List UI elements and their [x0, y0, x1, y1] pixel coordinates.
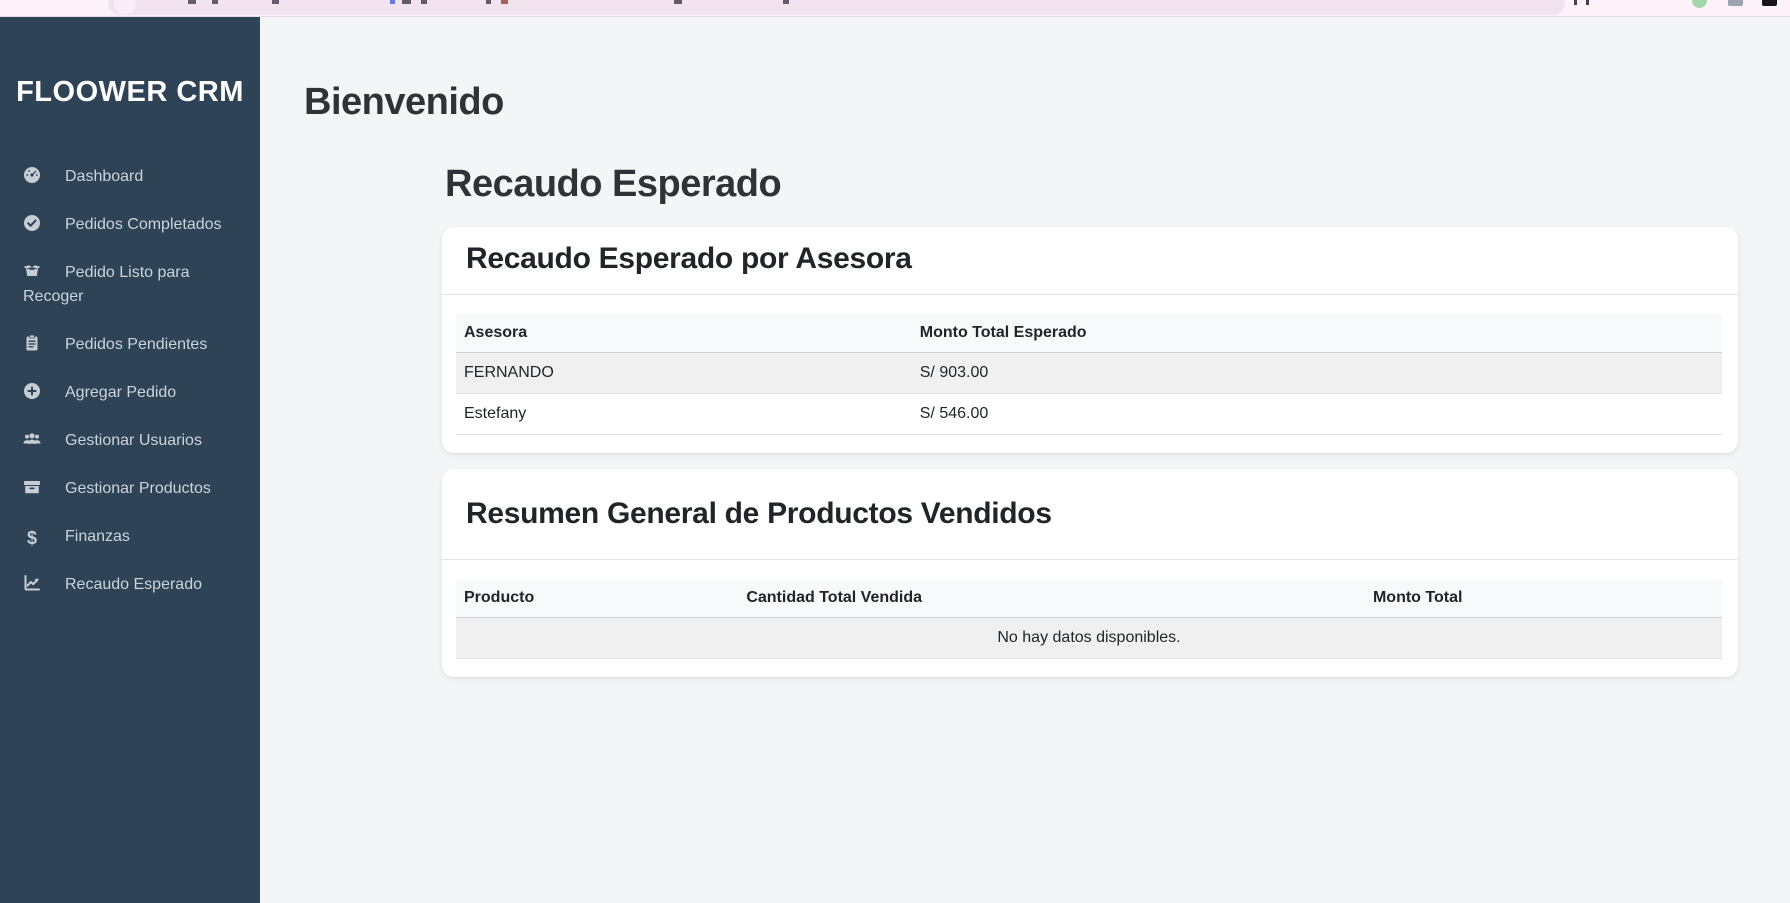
chart-line-icon	[23, 574, 41, 592]
sidebar-item-agregar-pedido[interactable]: Agregar Pedido	[0, 369, 260, 417]
table-header-row: Asesora Monto Total Esperado	[456, 314, 1722, 353]
sidebar-item-label: Agregar Pedido	[65, 384, 176, 401]
asesora-cell: FERNANDO	[456, 353, 912, 394]
users-icon	[23, 430, 41, 448]
welcome-title: Bienvenido	[304, 79, 1738, 125]
asesora-table-wrap: Asesora Monto Total Esperado FERNANDO S/…	[442, 295, 1738, 453]
empty-message: No hay datos disponibles.	[456, 618, 1722, 659]
sidebar-item-label: Dashboard	[65, 168, 143, 185]
page-title: Recaudo Esperado	[442, 161, 1738, 207]
sidebar-item-recaudo-esperado[interactable]: Recaudo Esperado	[0, 561, 260, 609]
sidebar-item-finanzas[interactable]: $ Finanzas	[0, 513, 260, 561]
productos-table-wrap: Producto Cantidad Total Vendida Monto To…	[442, 560, 1738, 677]
menu-icon[interactable]	[1762, 0, 1777, 6]
empty-table-row: No hay datos disponibles.	[456, 618, 1722, 659]
sidebar-nav: Dashboard Pedidos Completados Pedido Lis…	[0, 153, 260, 609]
plus-circle-icon	[23, 382, 41, 400]
table-header-row: Producto Cantidad Total Vendida Monto To…	[456, 579, 1722, 618]
monto-cell: S/ 903.00	[912, 353, 1722, 394]
asesora-cell: Estefany	[456, 394, 912, 435]
sidebar-item-label: Finanzas	[65, 528, 130, 545]
browser-topbar	[0, 0, 1790, 17]
sidebar-item-dashboard[interactable]: Dashboard	[0, 153, 260, 201]
sidebar-item-label: Pedidos Completados	[65, 216, 222, 233]
table-row: FERNANDO S/ 903.00	[456, 353, 1722, 394]
box-open-icon	[23, 262, 41, 280]
productos-table: Producto Cantidad Total Vendida Monto To…	[456, 579, 1722, 659]
gauge-icon	[23, 166, 41, 184]
dollar-icon: $	[23, 529, 41, 547]
monto-cell: S/ 546.00	[912, 394, 1722, 435]
column-header-monto-total-esperado: Monto Total Esperado	[912, 314, 1722, 353]
sidebar: FLOOWER CRM Dashboard Pedidos Completado…	[0, 17, 260, 903]
column-header-asesora: Asesora	[456, 314, 912, 353]
clipboard-icon	[23, 334, 41, 352]
check-circle-icon	[23, 214, 41, 232]
profile-avatar-icon[interactable]	[1692, 0, 1707, 8]
app-logo: FLOOWER CRM	[0, 17, 260, 111]
card-resumen-productos: Resumen General de Productos Vendidos Pr…	[442, 469, 1738, 677]
browser-toolbar-fragment	[1574, 0, 1577, 5]
sidebar-item-gestionar-productos[interactable]: Gestionar Productos	[0, 465, 260, 513]
sidebar-item-pedidos-completados[interactable]: Pedidos Completados	[0, 201, 260, 249]
recaudo-section: Recaudo Esperado Recaudo Esperado por As…	[442, 161, 1738, 677]
sidebar-item-label: Gestionar Usuarios	[65, 432, 202, 449]
archive-box-icon	[23, 478, 41, 496]
reload-icon[interactable]	[114, 0, 136, 15]
sidebar-item-label: Pedidos Pendientes	[65, 336, 207, 353]
card-title: Recaudo Esperado por Asesora	[442, 227, 1738, 295]
main-content: Bienvenido Recaudo Esperado Recaudo Espe…	[260, 17, 1790, 903]
sidebar-item-label: Recaudo Esperado	[65, 576, 202, 593]
table-row: Estefany S/ 546.00	[456, 394, 1722, 435]
sidebar-item-gestionar-usuarios[interactable]: Gestionar Usuarios	[0, 417, 260, 465]
column-header-cantidad-total-vendida: Cantidad Total Vendida	[738, 579, 1365, 618]
card-recaudo-por-asesora: Recaudo Esperado por Asesora Asesora Mon…	[442, 227, 1738, 453]
column-header-monto-total: Monto Total	[1365, 579, 1722, 618]
sidebar-item-label: Pedido Listo para Recoger	[23, 264, 190, 305]
browser-toolbar-fragment	[1586, 0, 1589, 5]
asesora-table: Asesora Monto Total Esperado FERNANDO S/…	[456, 314, 1722, 435]
card-title: Resumen General de Productos Vendidos	[442, 469, 1738, 560]
sidebar-item-label: Gestionar Productos	[65, 480, 211, 497]
sidebar-item-pedidos-pendientes[interactable]: Pedidos Pendientes	[0, 321, 260, 369]
browser-url-bar[interactable]	[108, 0, 1565, 15]
sidebar-item-pedido-listo-para-recoger[interactable]: Pedido Listo para Recoger	[0, 249, 260, 321]
column-header-producto: Producto	[456, 579, 738, 618]
extensions-icon[interactable]	[1728, 0, 1743, 6]
